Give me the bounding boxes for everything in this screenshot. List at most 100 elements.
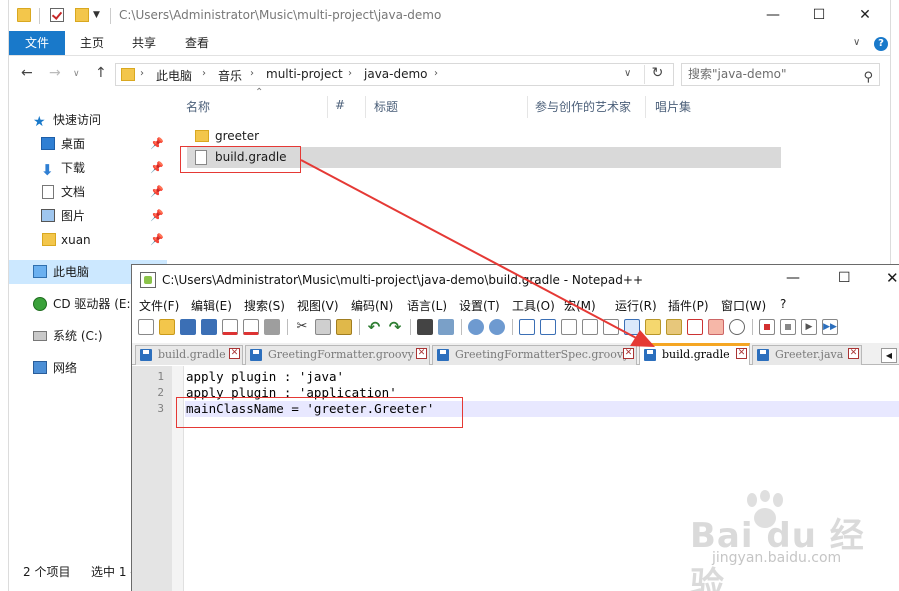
redo-icon[interactable]: ↷: [387, 319, 403, 335]
close-file-icon[interactable]: [222, 319, 238, 335]
close-tab-icon[interactable]: ✕: [416, 348, 427, 359]
forward-arrow-icon[interactable]: →: [49, 65, 61, 81]
sidebar-item-xuan[interactable]: xuan 📌: [9, 228, 167, 252]
menu-macro[interactable]: 宏(M): [564, 297, 596, 314]
replace-icon[interactable]: [438, 319, 454, 335]
sidebar-item-documents[interactable]: 文档 📌: [9, 180, 167, 204]
column-divider[interactable]: [327, 96, 328, 118]
column-number[interactable]: #: [335, 98, 345, 112]
show-all-characters-icon[interactable]: [582, 319, 598, 335]
column-album[interactable]: 唱片集: [655, 98, 691, 115]
tab-build-gradle-1[interactable]: build.gradle ✕: [135, 345, 243, 365]
close-tab-icon[interactable]: ✕: [736, 348, 747, 359]
maximize-button[interactable]: ☐: [838, 270, 851, 286]
menu-window[interactable]: 窗口(W): [721, 297, 766, 314]
zoom-in-icon[interactable]: [468, 319, 484, 335]
tab-file[interactable]: 文件: [9, 31, 65, 55]
help-icon[interactable]: ?: [874, 37, 888, 51]
recent-locations-chevron-icon[interactable]: ∨: [73, 69, 80, 79]
edit-with-icon[interactable]: [687, 319, 703, 335]
menu-file[interactable]: 文件(F): [139, 297, 179, 314]
document-map-icon[interactable]: [624, 319, 640, 335]
up-arrow-icon[interactable]: ↑: [95, 65, 107, 81]
close-tab-icon[interactable]: ✕: [229, 348, 240, 359]
back-arrow-icon[interactable]: ←: [21, 65, 33, 81]
new-folder-icon[interactable]: [75, 8, 89, 22]
refresh-icon[interactable]: ↻: [644, 65, 670, 84]
close-button[interactable]: ✕: [886, 269, 899, 287]
breadcrumb-java-demo[interactable]: java-demo: [364, 67, 428, 81]
pin-icon[interactable]: 📌: [150, 156, 164, 180]
menu-edit[interactable]: 编辑(E): [191, 297, 232, 314]
menu-run[interactable]: 运行(R): [615, 297, 657, 314]
cut-icon[interactable]: ✂: [294, 319, 310, 335]
find-icon[interactable]: [417, 319, 433, 335]
tab-view[interactable]: 查看: [172, 31, 222, 55]
notepad-title-bar[interactable]: C:\Users\Administrator\Music\multi-proje…: [132, 265, 899, 295]
menu-search[interactable]: 搜索(S): [244, 297, 285, 314]
breadcrumb-chevron-icon[interactable]: ›: [348, 68, 352, 79]
menu-encoding[interactable]: 编码(N): [351, 297, 393, 314]
close-button[interactable]: ✕: [842, 2, 888, 28]
user-language-icon[interactable]: [666, 319, 682, 335]
pin-icon[interactable]: 📌: [150, 132, 164, 156]
sync-vertical-icon[interactable]: [519, 319, 535, 335]
breadcrumb-chevron-icon[interactable]: ›: [140, 68, 144, 79]
record-macro-icon[interactable]: [759, 319, 775, 335]
playback-macro-icon[interactable]: ▶: [801, 319, 817, 335]
run-macro-multiple-icon[interactable]: ▶▶: [822, 319, 838, 335]
breadcrumb-music[interactable]: 音乐: [218, 67, 242, 84]
paste-icon[interactable]: [336, 319, 352, 335]
maximize-button[interactable]: ☐: [796, 2, 842, 28]
monitoring-eye-icon[interactable]: [729, 319, 745, 335]
breadcrumb-chevron-icon[interactable]: ›: [250, 68, 254, 79]
quick-access-folder-icon[interactable]: [17, 8, 31, 22]
close-all-icon[interactable]: [243, 319, 259, 335]
tab-scroll-left-button[interactable]: ◀: [881, 348, 897, 363]
menu-settings[interactable]: 设置(T): [459, 297, 500, 314]
code-line[interactable]: apply plugin : 'java': [185, 369, 899, 385]
column-divider[interactable]: [365, 96, 366, 118]
sync-horizontal-icon[interactable]: [540, 319, 556, 335]
copy-icon[interactable]: [315, 319, 331, 335]
explorer-title-bar[interactable]: ▼ C:\Users\Administrator\Music\multi-pro…: [9, 0, 890, 31]
sidebar-item-quick-access[interactable]: ★ 快速访问: [9, 108, 167, 132]
search-input[interactable]: 搜索"java-demo" ⚲: [681, 63, 880, 86]
column-divider[interactable]: [527, 96, 528, 118]
menu-language[interactable]: 语言(L): [407, 297, 447, 314]
folder-as-workspace-icon[interactable]: [708, 319, 724, 335]
save-all-icon[interactable]: [201, 319, 217, 335]
tab-greeter-java[interactable]: Greeter.java ✕: [752, 345, 862, 365]
print-icon[interactable]: [264, 319, 280, 335]
breadcrumb-chevron-icon[interactable]: ›: [202, 68, 206, 79]
save-icon[interactable]: [180, 319, 196, 335]
column-artists[interactable]: 参与创作的艺术家: [535, 98, 631, 115]
address-history-chevron-icon[interactable]: ∨: [624, 68, 631, 79]
search-icon[interactable]: ⚲: [863, 67, 873, 88]
close-tab-icon[interactable]: ✕: [623, 348, 634, 359]
breadcrumb-multi-project[interactable]: multi-project: [266, 67, 343, 81]
minimize-button[interactable]: —: [786, 270, 800, 286]
function-list-icon[interactable]: [645, 319, 661, 335]
column-title[interactable]: 标题: [374, 98, 398, 115]
menu-tools[interactable]: 工具(O): [512, 297, 555, 314]
properties-check-icon[interactable]: [50, 8, 64, 22]
column-name[interactable]: 名称: [186, 98, 210, 115]
customize-toolbar-chevron-icon[interactable]: ▼: [93, 10, 100, 20]
column-divider[interactable]: [645, 96, 646, 118]
new-file-icon[interactable]: [138, 319, 154, 335]
tab-build-gradle-active[interactable]: build.gradle ✕: [639, 343, 750, 365]
menu-plugins[interactable]: 插件(P): [668, 297, 709, 314]
stop-recording-icon[interactable]: [780, 319, 796, 335]
minimize-button[interactable]: —: [750, 2, 796, 28]
address-bar[interactable]: › 此电脑 › 音乐 › multi-project › java-demo ›…: [115, 63, 674, 86]
indent-guide-icon[interactable]: [603, 319, 619, 335]
sidebar-item-pictures[interactable]: 图片 📌: [9, 204, 167, 228]
tab-home[interactable]: 主页: [67, 31, 117, 55]
open-file-icon[interactable]: [159, 319, 175, 335]
sidebar-item-desktop[interactable]: 桌面 📌: [9, 132, 167, 156]
menu-help[interactable]: ?: [780, 297, 786, 311]
sidebar-item-downloads[interactable]: ⬇ 下载 📌: [9, 156, 167, 180]
undo-icon[interactable]: ↶: [366, 319, 382, 335]
expand-ribbon-chevron-icon[interactable]: ∨: [853, 37, 860, 48]
